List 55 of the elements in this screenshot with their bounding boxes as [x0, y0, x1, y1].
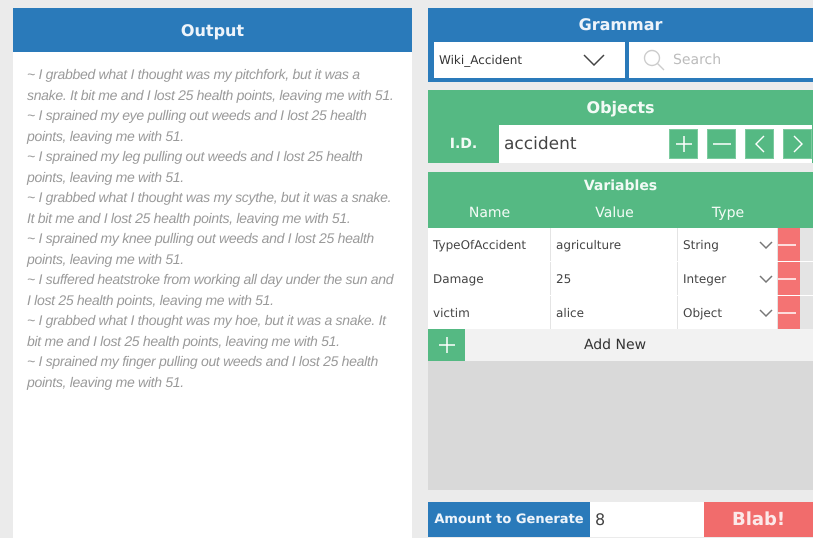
chevron-down-icon	[759, 240, 773, 248]
output-line: ~ I sprained my eye pulling out weeds and I lost 25 health points, leaving me with 51.	[27, 106, 368, 146]
add-object-button[interactable]	[669, 129, 698, 159]
delete-button[interactable]	[778, 228, 800, 261]
minus-icon	[778, 312, 796, 314]
output-line: ~ I sprained my leg pulling out weeds and I lost 25 health points, leaving me with 51.	[27, 147, 364, 187]
output-line: ~ I sprained my finger pulling out weeds and I lost 25 health points, leaving me with 51.	[27, 352, 379, 392]
id-label: I.D.	[448, 135, 478, 154]
column-header: Value	[594, 205, 635, 221]
output-line: ~ I grabbed what I thought was my scythe, but it was a snake. It bit me and I lost 25 health points, leaving me with 51.	[27, 188, 392, 228]
value-field[interactable]: alice	[551, 296, 677, 329]
dropdown-value: Integer	[683, 272, 726, 286]
previous-button[interactable]	[745, 129, 774, 159]
remove-object-button[interactable]	[707, 129, 736, 159]
grammar-dropdown[interactable]: Wiki_Accident	[434, 42, 625, 78]
type-dropdown[interactable]: String	[678, 228, 777, 261]
dropdown-value: String	[683, 238, 719, 252]
next-button[interactable]	[783, 129, 812, 159]
chevron-left-icon	[754, 135, 764, 153]
add-button[interactable]	[428, 329, 465, 361]
search-placeholder: Search	[673, 52, 722, 68]
dropdown-value: Object	[683, 306, 722, 320]
panel-title: Grammar	[578, 14, 664, 36]
name-field[interactable]: Damage	[428, 262, 550, 295]
column-header: Type	[710, 205, 746, 221]
name-field[interactable]: victim	[428, 296, 550, 329]
chevron-right-icon	[792, 135, 802, 153]
minus-icon	[778, 244, 796, 246]
chevron-down-icon	[759, 274, 773, 282]
chevron-down-icon	[583, 54, 605, 66]
output-line: ~ I grabbed what I thought was my hoe, but it was a snake. It bit me and I lost 25 health points, leaving me with 51.	[27, 311, 388, 351]
type-dropdown[interactable]: Integer	[678, 262, 777, 295]
output-line: ~ I grabbed what I thought was my pitchfork, but it was a snake. It bit me and I lost 25 health points, leaving me with 51.	[27, 65, 394, 105]
output-line: ~ I sprained my knee pulling out weeds and I lost 25 health points, leaving me with 51.	[27, 229, 375, 269]
type-dropdown[interactable]: Object	[678, 296, 777, 329]
dropdown-value: Wiki_Accident	[439, 53, 522, 67]
name-field[interactable]: TypeOfAccident	[428, 228, 550, 261]
delete-button[interactable]	[778, 262, 800, 295]
panel-title: Objects	[585, 97, 656, 119]
search-icon	[643, 49, 665, 71]
output-line: ~ I suffered heatstroke from working all day under the sun and I lost 25 health points, leaving me with 51.	[27, 270, 395, 310]
chevron-down-icon	[759, 308, 773, 316]
value-field[interactable]: agriculture	[551, 228, 677, 261]
plus-icon	[674, 135, 692, 153]
amount-field[interactable]: 8	[590, 502, 704, 537]
plus-icon	[438, 336, 456, 354]
panel-title: Variables	[582, 177, 658, 196]
value-field[interactable]: 25	[551, 262, 677, 295]
column-header: Name	[468, 205, 512, 221]
minus-icon	[778, 278, 796, 280]
id-field[interactable]: accident	[499, 125, 665, 163]
amount-label: Amount to Generate	[428, 502, 590, 537]
panel-title: Output	[13, 8, 412, 52]
minus-icon	[712, 143, 730, 145]
delete-button[interactable]	[778, 296, 800, 329]
